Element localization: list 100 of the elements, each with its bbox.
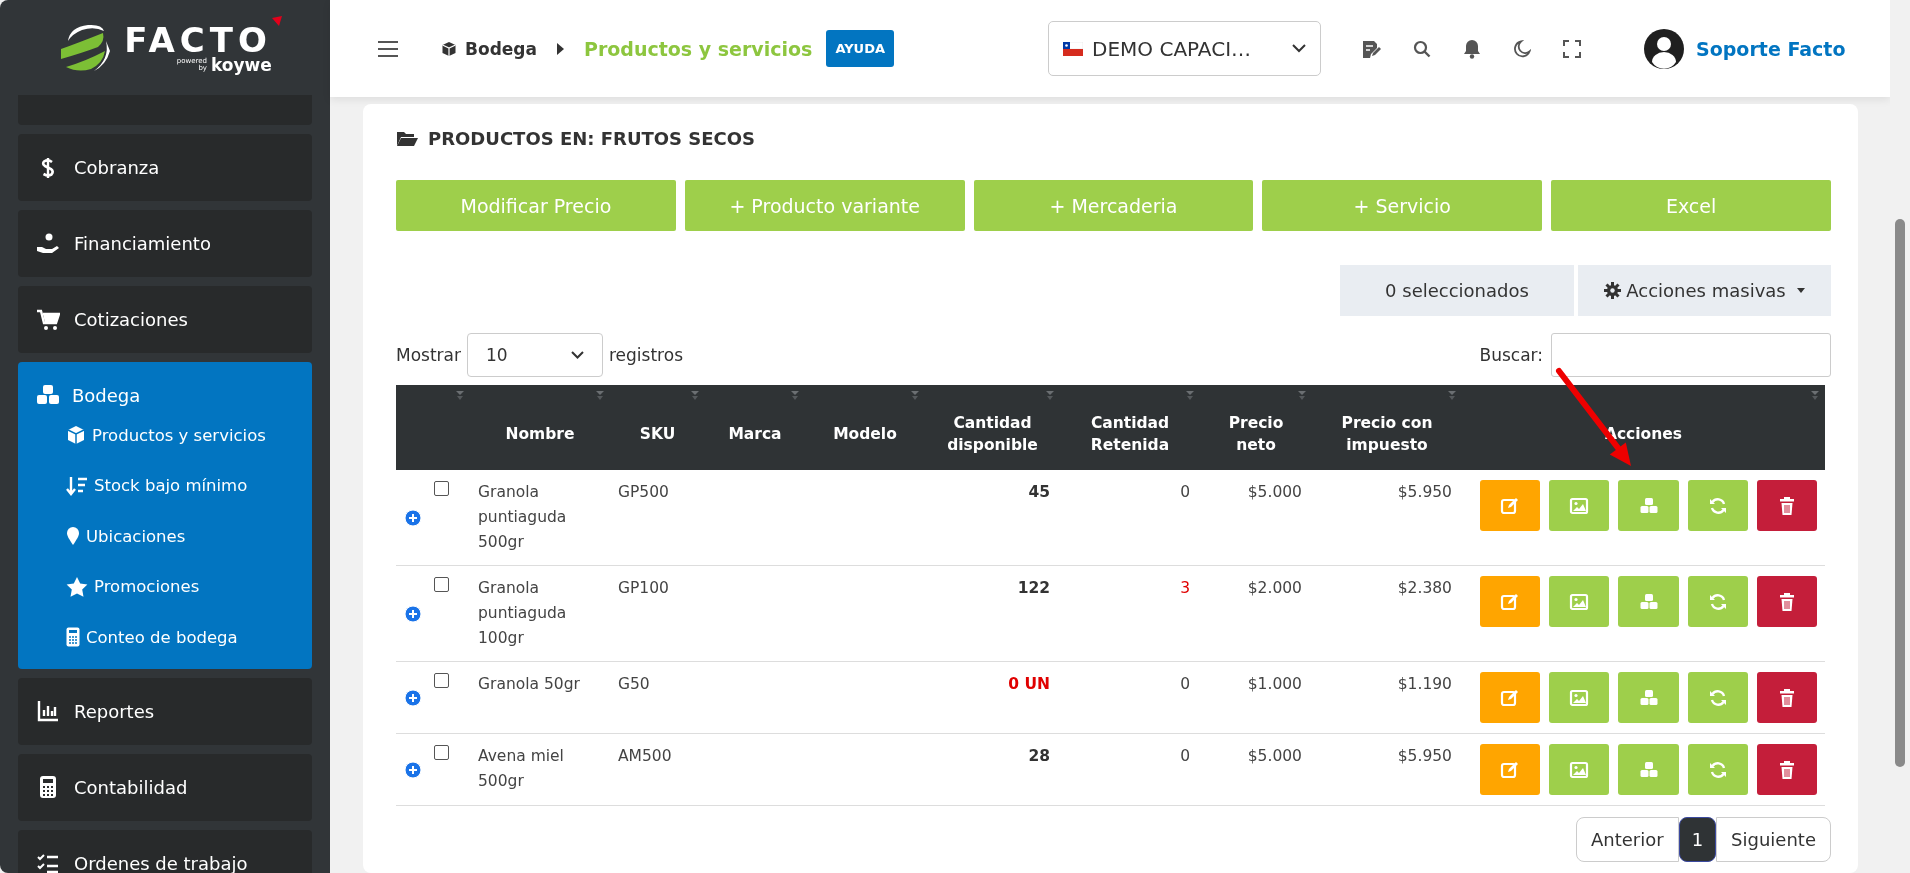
logo-brand-text: koywe (211, 55, 272, 74)
gear-icon (1604, 282, 1622, 299)
logo-wordmark: FACTO (124, 21, 272, 58)
sidebar-item[interactable]: Contabilidad (18, 753, 312, 821)
available-quantity: 122 (1017, 579, 1050, 597)
fullscreen-icon[interactable] (1563, 39, 1582, 58)
retained-quantity: 3 (1180, 579, 1190, 597)
column-header[interactable]: Marca (728, 422, 782, 445)
image-icon (1569, 591, 1590, 612)
breadcrumb-link[interactable]: Bodega (465, 38, 537, 59)
submenu-item[interactable]: Conteo de bodega (18, 612, 312, 663)
sort-icon[interactable] (1046, 391, 1054, 401)
page-length-select[interactable]: 10 (467, 333, 603, 377)
dollar-icon (41, 155, 55, 180)
expand-row-icon[interactable] (404, 688, 422, 707)
length-label: Mostrar (396, 345, 461, 365)
expand-row-icon[interactable] (404, 508, 422, 527)
sort-icon[interactable] (1186, 391, 1194, 401)
search-field[interactable] (1551, 333, 1831, 377)
row-checkbox[interactable] (434, 745, 449, 760)
bar-chart-icon (37, 700, 59, 722)
sort-icon[interactable] (1811, 391, 1819, 401)
sidebar-item[interactable]: Reportes (18, 677, 312, 745)
available-quantity: 45 (1028, 483, 1050, 501)
row-action-button[interactable] (1756, 744, 1817, 795)
submenu-item[interactable]: Ubicaciones (18, 511, 312, 562)
retained-quantity: 0 (1180, 483, 1190, 501)
sort-icon[interactable] (691, 391, 699, 401)
flag-icon (1063, 41, 1084, 56)
breadcrumb-current: Productos y servicios (584, 37, 813, 60)
caret-down-icon (1796, 288, 1805, 293)
expand-row-icon[interactable] (404, 604, 422, 623)
bulk-actions-button[interactable]: Acciones masivas (1578, 265, 1831, 316)
edit-icon (1500, 759, 1521, 780)
sync-icon (1707, 759, 1728, 780)
user-name-link[interactable]: Soporte Facto (1696, 37, 1846, 60)
sidebar-item[interactable]: Financiamiento (18, 210, 312, 277)
submenu-item[interactable]: Stock bajo mínimo (18, 460, 312, 511)
submenu-item[interactable]: Promociones (18, 561, 312, 612)
sidebar-item[interactable]: Bodega (18, 380, 312, 410)
caret-right-icon (557, 42, 564, 55)
column-header[interactable]: SKU (639, 422, 676, 445)
edit-icon (1500, 687, 1521, 708)
section-title: PRODUCTOS EN: FRUTOS SECOS (428, 127, 756, 149)
sync-icon (1707, 495, 1728, 516)
sort-icon[interactable] (596, 391, 604, 401)
search-icon[interactable] (1413, 39, 1432, 58)
avatar-icon[interactable] (1644, 28, 1685, 69)
cubes-icon (36, 384, 60, 406)
previous-page-button[interactable]: Anterior (1576, 817, 1679, 862)
sort-icon[interactable] (456, 391, 464, 401)
expand-row-icon[interactable] (404, 760, 422, 779)
sync-icon (1707, 591, 1728, 612)
net-price: $2.000 (1247, 579, 1302, 597)
sku-text: G50 (618, 675, 650, 693)
edit-icon (1500, 591, 1521, 612)
search-label: Buscar: (1479, 345, 1543, 365)
cubes-icon (1638, 495, 1659, 516)
page-button[interactable]: 1 (1678, 817, 1717, 862)
sort-icon[interactable] (911, 391, 919, 401)
product-name: Granola puntiaguda 100gr (478, 579, 567, 647)
row-action-button[interactable] (1756, 576, 1817, 627)
calculator-icon (66, 627, 80, 648)
row-action-button[interactable] (1756, 672, 1817, 723)
menu-icon[interactable] (377, 39, 399, 58)
box-icon (441, 40, 457, 57)
product-name: Granola puntiaguda 500gr (478, 483, 567, 551)
chevron-down-icon (571, 351, 584, 359)
net-price: $5.000 (1247, 483, 1302, 501)
length-label: registros (609, 345, 683, 365)
help-button[interactable]: AYUDA (826, 30, 895, 67)
sidebar-item[interactable]: Cotizaciones (18, 286, 312, 353)
available-quantity: 0 UN (1008, 675, 1050, 693)
column-header[interactable]: Nombre (505, 422, 575, 445)
price-with-tax: $2.380 (1397, 579, 1452, 597)
cubes-icon (1638, 759, 1659, 780)
sidebar-item[interactable]: Cobranza (18, 134, 312, 201)
scrollbar-thumb[interactable] (1895, 219, 1905, 767)
moon-icon[interactable] (1513, 39, 1532, 58)
submenu-item[interactable]: Productos y servicios (18, 410, 312, 461)
sort-down-icon (66, 475, 88, 496)
sort-icon[interactable] (791, 391, 799, 401)
row-action-button[interactable] (1756, 480, 1817, 531)
bell-icon[interactable] (1463, 38, 1482, 59)
image-icon (1569, 495, 1590, 516)
sort-icon[interactable] (1298, 391, 1306, 401)
sidebar-item[interactable]: Ordenes de trabajo (18, 829, 312, 873)
cubes-icon (1638, 687, 1659, 708)
row-checkbox[interactable] (434, 673, 449, 688)
sku-text: GP100 (618, 579, 669, 597)
chevron-down-icon (1292, 44, 1307, 53)
row-checkbox[interactable] (434, 481, 449, 496)
column-header[interactable]: Modelo (833, 422, 897, 445)
retained-quantity: 0 (1180, 675, 1190, 693)
sku-text: GP500 (618, 483, 669, 501)
row-checkbox[interactable] (434, 577, 449, 592)
sort-icon[interactable] (1448, 391, 1456, 401)
company-select[interactable]: DEMO CAPACI… (1048, 21, 1322, 76)
next-page-button[interactable]: Siguiente (1716, 817, 1831, 862)
note-edit-icon[interactable] (1361, 38, 1382, 59)
